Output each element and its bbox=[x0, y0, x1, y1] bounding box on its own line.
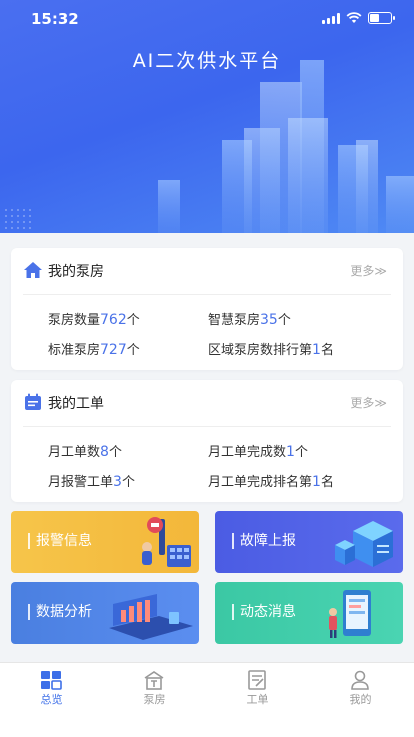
alarm-illustration bbox=[142, 517, 191, 567]
status-icons bbox=[322, 12, 395, 24]
clipboard-icon bbox=[248, 670, 266, 690]
user-icon bbox=[351, 670, 369, 690]
stat-monthly-orders: 月工单数8个 bbox=[48, 444, 122, 460]
pump-card-title: 我的泵房 bbox=[48, 264, 104, 280]
fault-report-tile[interactable]: 故障上报 bbox=[215, 511, 403, 573]
work-order-card: 我的工单 更多≫ 月工单数8个 月工单完成数1个 月报警工单3个 月工单完成排名… bbox=[11, 380, 403, 502]
stat-monthly-completed: 月工单完成数1个 bbox=[208, 444, 308, 460]
pump-room-card: 我的泵房 更多≫ 泵房数量762个 智慧泵房35个 标准泵房727个 区域泵房数… bbox=[11, 248, 403, 370]
news-tile[interactable]: 动态消息 bbox=[215, 582, 403, 644]
house-icon bbox=[144, 671, 164, 690]
stat-smart-pump: 智慧泵房35个 bbox=[208, 312, 291, 328]
grid-icon bbox=[41, 671, 62, 690]
tab-work-order[interactable]: 工单 bbox=[206, 663, 309, 713]
stat-completion-rank: 月工单完成排名第1名 bbox=[208, 474, 334, 490]
pump-more-link[interactable]: 更多≫ bbox=[350, 262, 387, 279]
phone-message-illustration bbox=[329, 590, 371, 638]
tab-overview[interactable]: 总览 bbox=[0, 663, 103, 713]
tab-overview-label: 总览 bbox=[40, 693, 63, 706]
tab-work-order-label: 工单 bbox=[246, 693, 269, 706]
stat-region-rank: 区域泵房数排行第1名 bbox=[208, 342, 334, 358]
order-more-link[interactable]: 更多≫ bbox=[350, 394, 387, 411]
cellular-signal-icon bbox=[322, 12, 340, 24]
pump-card-header[interactable]: 我的泵房 更多≫ bbox=[11, 248, 403, 292]
alarm-info-label: 报警信息 bbox=[28, 533, 92, 549]
news-label: 动态消息 bbox=[232, 604, 296, 620]
tab-pump-room[interactable]: 泵房 bbox=[103, 663, 206, 713]
calendar-icon bbox=[25, 393, 41, 410]
battery-icon bbox=[368, 12, 395, 24]
stat-standard-pump: 标准泵房727个 bbox=[48, 342, 140, 358]
laptop-chart-illustration bbox=[109, 594, 193, 640]
card-divider bbox=[23, 294, 391, 295]
tab-mine[interactable]: 我的 bbox=[309, 663, 412, 713]
stat-pump-count: 泵房数量762个 bbox=[48, 312, 140, 328]
stat-monthly-alarm-orders: 月报警工单3个 bbox=[48, 474, 135, 490]
hero-banner: 15:32 AI二次供水平台 bbox=[0, 0, 414, 233]
fault-report-label: 故障上报 bbox=[232, 533, 296, 549]
app-title: AI二次供水平台 bbox=[132, 50, 282, 72]
status-bar: 15:32 bbox=[0, 0, 414, 40]
home-icon bbox=[24, 262, 42, 278]
server-illustration bbox=[335, 521, 393, 567]
card-divider bbox=[23, 426, 391, 427]
tab-mine-label: 我的 bbox=[349, 693, 372, 706]
order-card-header[interactable]: 我的工单 更多≫ bbox=[11, 380, 403, 424]
tab-pump-room-label: 泵房 bbox=[143, 693, 166, 706]
order-card-title: 我的工单 bbox=[48, 396, 104, 412]
alarm-info-tile[interactable]: 报警信息 bbox=[11, 511, 199, 573]
data-analysis-tile[interactable]: 数据分析 bbox=[11, 582, 199, 644]
status-time: 15:32 bbox=[31, 10, 79, 28]
bottom-tab-bar: 总览 泵房 工单 我的 bbox=[0, 662, 414, 737]
data-analysis-label: 数据分析 bbox=[28, 604, 92, 620]
wifi-icon bbox=[346, 12, 362, 23]
